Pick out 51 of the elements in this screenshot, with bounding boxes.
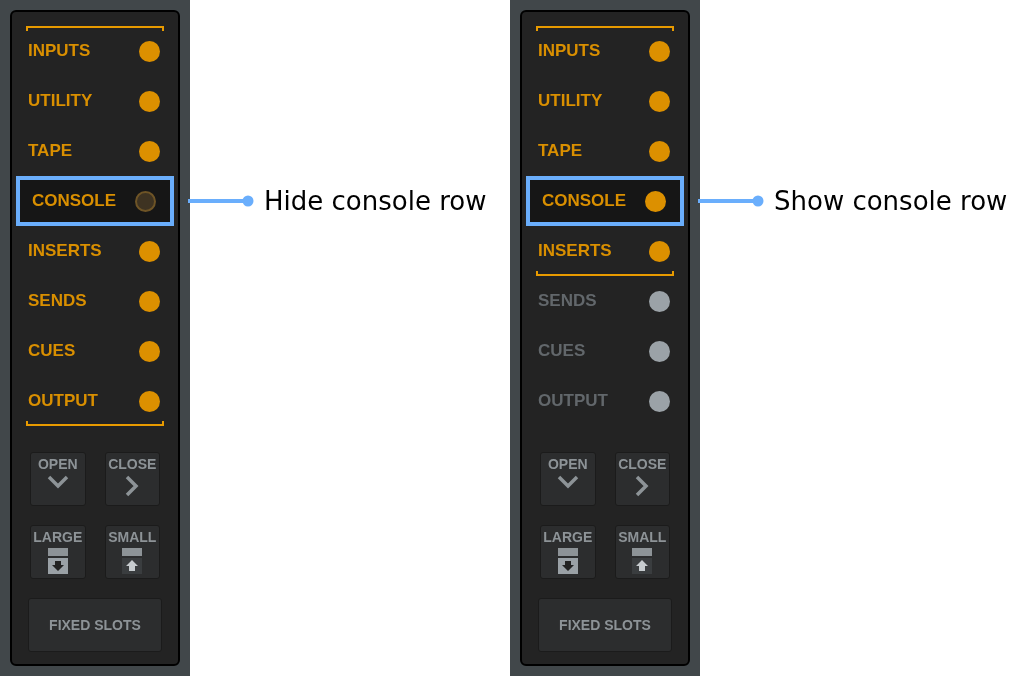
row-label: INSERTS bbox=[28, 240, 102, 263]
track-row[interactable]: INSERTS bbox=[28, 226, 174, 276]
large-button[interactable]: LARGE bbox=[30, 525, 86, 579]
row-label: INSERTS bbox=[538, 240, 612, 263]
expand-down-icon bbox=[557, 548, 578, 574]
fixed-slots-button[interactable]: FIXED SLOTS bbox=[538, 598, 672, 652]
track-row[interactable]: INPUTS bbox=[538, 26, 684, 76]
row-label: CUES bbox=[538, 340, 586, 363]
highlighted-row[interactable]: CONSOLE bbox=[16, 176, 174, 226]
row-label: CUES bbox=[28, 340, 76, 363]
expand-down-icon bbox=[47, 548, 68, 574]
track-row[interactable]: INSERTS bbox=[538, 226, 684, 276]
small-button[interactable]: SMALL bbox=[104, 525, 160, 579]
callout-label: Hide console row bbox=[264, 184, 487, 218]
track-row[interactable]: INPUTS bbox=[28, 26, 174, 76]
highlighted-row[interactable]: CONSOLE bbox=[526, 176, 684, 226]
leader-line bbox=[188, 195, 254, 207]
open-button[interactable]: OPEN bbox=[30, 452, 86, 506]
close-button[interactable]: CLOSE bbox=[614, 452, 670, 506]
row-label: UTILITY bbox=[538, 90, 603, 113]
track-row[interactable]: TAPE bbox=[538, 126, 684, 176]
chevron-right-icon bbox=[125, 475, 140, 497]
row-label: OUTPUT bbox=[538, 390, 608, 413]
shrink-up-icon bbox=[632, 548, 653, 574]
row-label: CONSOLE bbox=[32, 190, 117, 213]
callout-label: Show console row bbox=[774, 184, 1008, 218]
row-label: SENDS bbox=[28, 290, 87, 313]
row-label: SENDS bbox=[538, 290, 597, 313]
track-row[interactable]: OUTPUT bbox=[28, 376, 174, 426]
large-button[interactable]: LARGE bbox=[540, 525, 596, 579]
small-button[interactable]: SMALL bbox=[614, 525, 670, 579]
track-row[interactable]: CUES bbox=[28, 326, 174, 376]
track-row[interactable]: UTILITY bbox=[538, 76, 684, 126]
row-label: TAPE bbox=[538, 140, 583, 163]
row-label: UTILITY bbox=[28, 90, 93, 113]
chevron-down-icon bbox=[556, 475, 579, 489]
row-label: INPUTS bbox=[538, 40, 601, 63]
row-label: CONSOLE bbox=[542, 190, 627, 213]
open-button[interactable]: OPEN bbox=[540, 452, 596, 506]
leader-line bbox=[698, 195, 764, 207]
row-label: INPUTS bbox=[28, 40, 91, 63]
track-row[interactable]: SENDS bbox=[28, 276, 174, 326]
chevron-down-icon bbox=[46, 475, 69, 489]
close-button[interactable]: CLOSE bbox=[104, 452, 160, 506]
track-row[interactable]: UTILITY bbox=[28, 76, 174, 126]
fixed-slots-button[interactable]: FIXED SLOTS bbox=[28, 598, 162, 652]
shrink-up-icon bbox=[122, 548, 143, 574]
chevron-right-icon bbox=[635, 475, 650, 497]
track-row[interactable]: TAPE bbox=[28, 126, 174, 176]
row-label: OUTPUT bbox=[28, 390, 98, 413]
row-label: TAPE bbox=[28, 140, 73, 163]
